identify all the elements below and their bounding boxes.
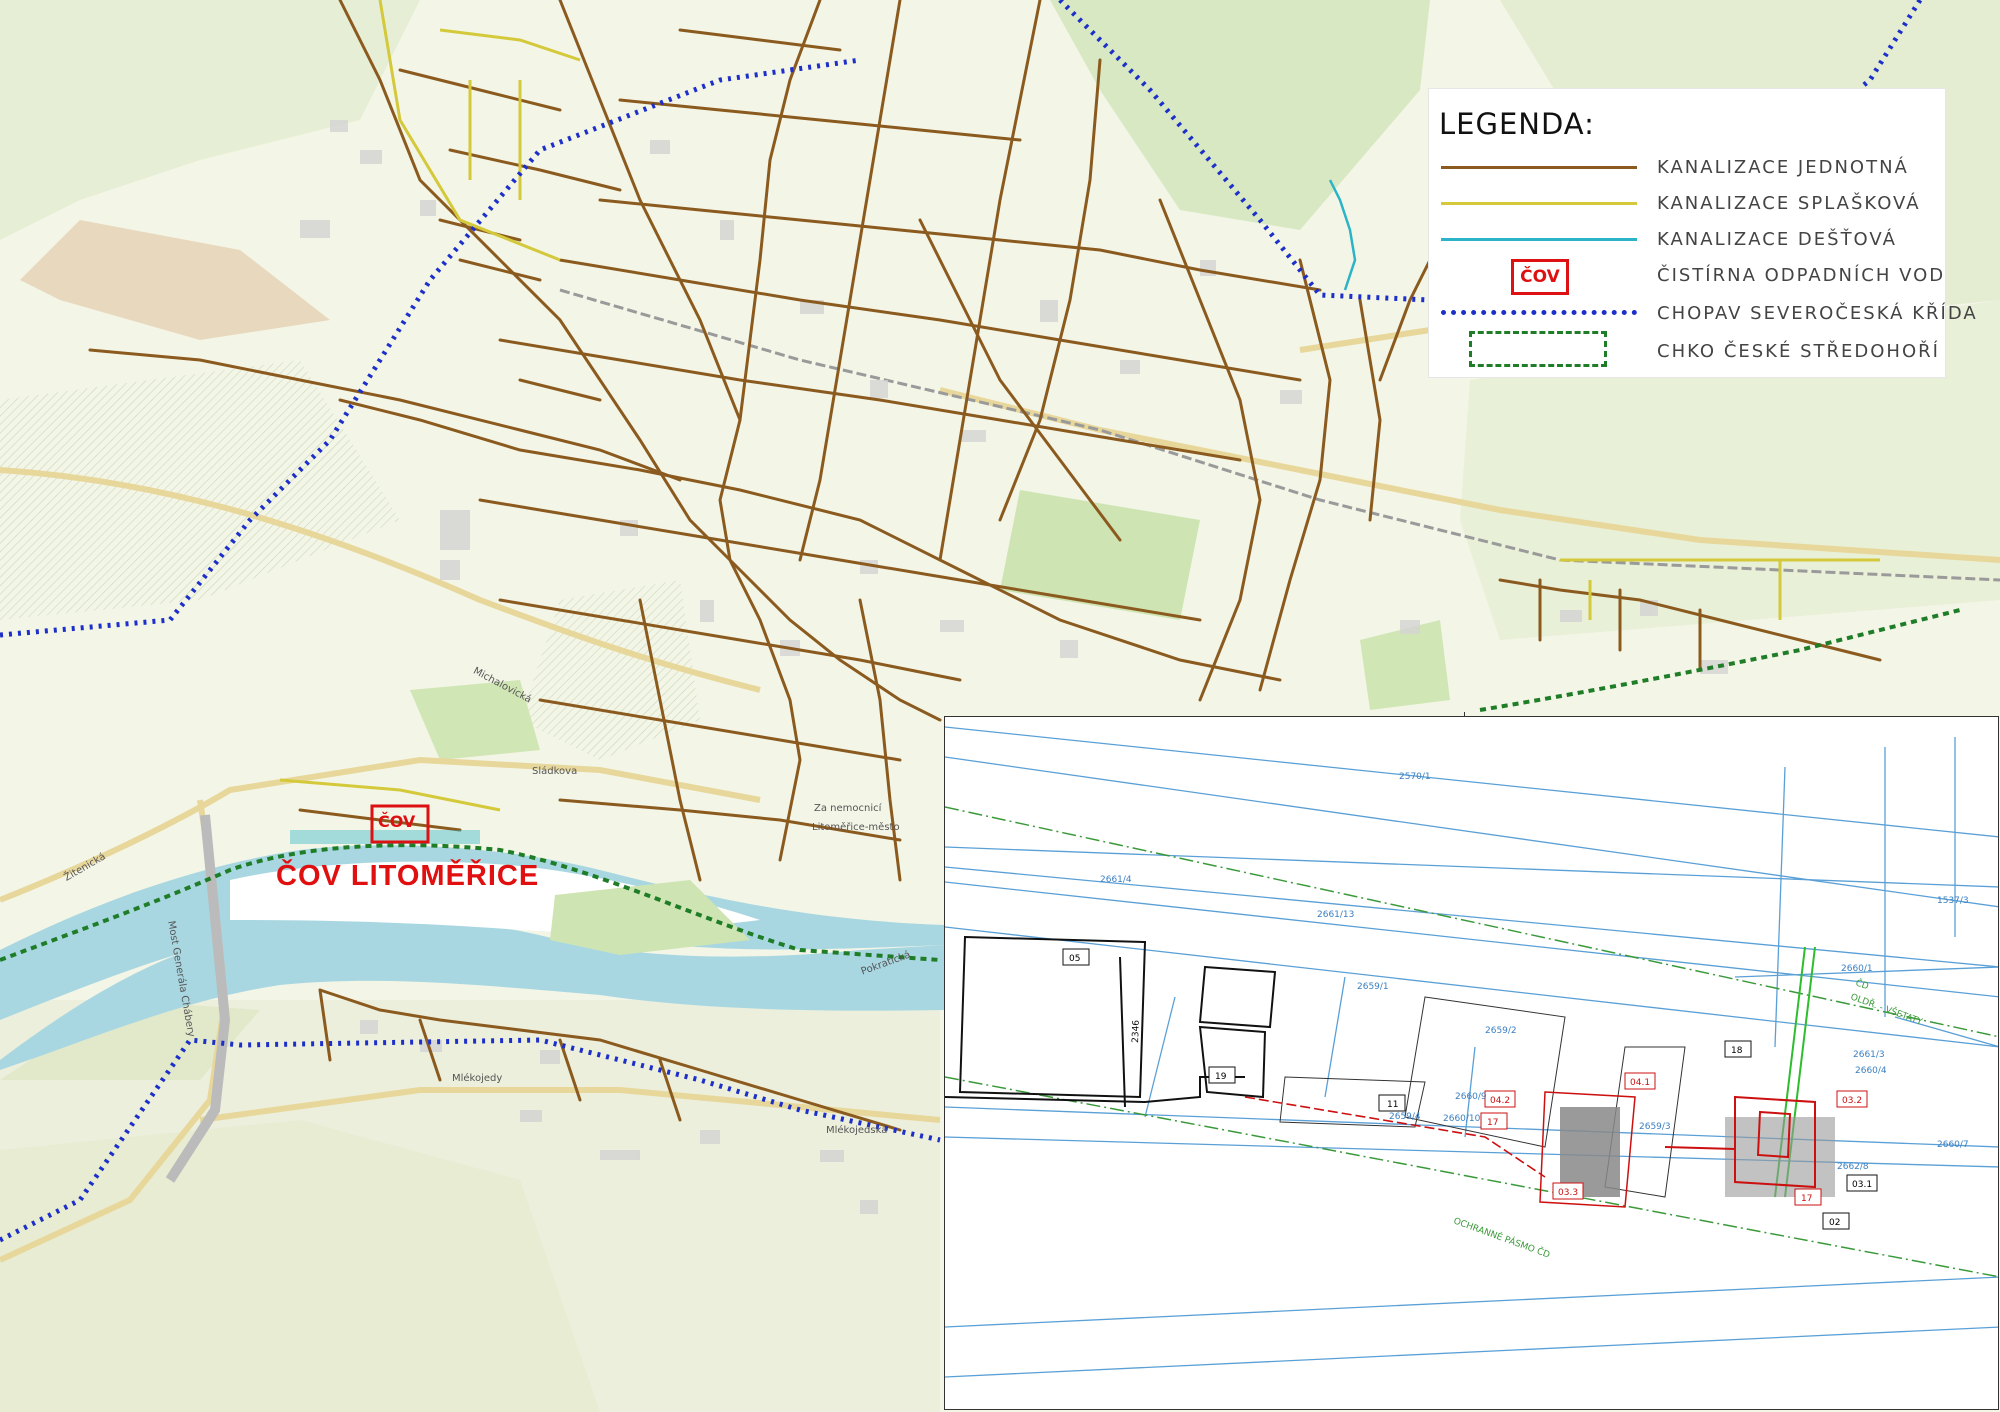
annotation: OLDŘ. - VŠETATY xyxy=(1849,991,1925,1028)
wwtp-symbol: ČOV xyxy=(1511,259,1569,295)
annotation: OCHRANNÉ PÁSMO ČD xyxy=(1452,1215,1552,1261)
parcel-label: 2659/2 xyxy=(1485,1026,1517,1036)
object-label: 04.1 xyxy=(1630,1078,1650,1088)
object-label: 19 xyxy=(1215,1072,1227,1082)
legend-label: CHOPAV SEVEROČESKÁ KŘÍDA xyxy=(1657,303,1978,324)
parcel-label: 2661/3 xyxy=(1853,1050,1885,1060)
street-label: Mlékojedy xyxy=(452,1073,503,1084)
parcel-label: 2662/8 xyxy=(1837,1162,1869,1172)
legend-label: ČISTÍRNA ODPADNÍCH VOD xyxy=(1657,265,1946,286)
cyan-line-symbol xyxy=(1441,238,1637,241)
parcel-label: 1537/3 xyxy=(1937,896,1969,906)
annotation: 2346 xyxy=(1131,1020,1142,1044)
cov-marker-label: ČOV xyxy=(378,812,416,831)
parcel-label: 2659/1 xyxy=(1357,982,1389,992)
legend-item-combined-sewer: KANALIZACE JEDNOTNÁ xyxy=(1429,151,1945,183)
legend-label: KANALIZACE SPLAŠKOVÁ xyxy=(1657,193,1921,214)
legend-title: LEGENDA: xyxy=(1439,107,1595,141)
street-label: Mlékojedská xyxy=(826,1125,888,1136)
legend-label: KANALIZACE DEŠŤOVÁ xyxy=(1657,229,1897,250)
parcel-label: 2660/10 xyxy=(1443,1114,1481,1124)
annotation: ČD xyxy=(1854,977,1871,993)
object-label: 04.2 xyxy=(1490,1096,1510,1106)
street-label: Za nemocnicí xyxy=(814,803,882,814)
site-plan-inset[interactable]: 2570/1 2661/4 2661/13 2659/1 2659/2 2659… xyxy=(944,716,1999,1410)
legend-item-chko: CHKO ČESKÉ STŘEDOHOŘÍ xyxy=(1429,331,1945,367)
site-plan-drawing: 2570/1 2661/4 2661/13 2659/1 2659/2 2659… xyxy=(945,726,1998,1378)
parcel-label: 2570/1 xyxy=(1399,772,1431,782)
legend: LEGENDA: KANALIZACE JEDNOTNÁ KANALIZACE … xyxy=(1428,88,1976,378)
cov-title: ČOV LITOMĚŘICE xyxy=(276,860,540,892)
object-label: 02 xyxy=(1829,1218,1840,1228)
parcel-label: 2661/13 xyxy=(1317,910,1354,920)
object-label: 17 xyxy=(1487,1118,1498,1128)
parcel-labels: 2570/1 2661/4 2661/13 2659/1 2659/2 2659… xyxy=(1100,772,1969,1172)
legend-item-wwtp: ČOV ČISTÍRNA ODPADNÍCH VOD xyxy=(1429,259,1946,295)
object-label: 11 xyxy=(1387,1100,1398,1110)
parcel-label: 2659/4 xyxy=(1389,1112,1421,1122)
parcel-lines xyxy=(945,726,1998,1378)
legend-item-sanitary-sewer: KANALIZACE SPLAŠKOVÁ xyxy=(1429,187,1945,219)
brown-line-symbol xyxy=(1441,166,1637,169)
object-label: 03.3 xyxy=(1558,1188,1578,1198)
parcel-label: 2659/3 xyxy=(1639,1122,1671,1132)
parcel-label: 2661/4 xyxy=(1100,875,1132,885)
object-label: 05 xyxy=(1069,954,1080,964)
parcel-label: 2660/7 xyxy=(1937,1140,1969,1150)
street-label: Litoměřice-město xyxy=(812,822,900,833)
legend-item-storm-sewer: KANALIZACE DEŠŤOVÁ xyxy=(1429,223,1945,255)
legend-label: CHKO ČESKÉ STŘEDOHOŘÍ xyxy=(1657,341,1940,362)
object-label: 03.2 xyxy=(1842,1096,1862,1106)
parcel-label: 2660/4 xyxy=(1855,1066,1887,1076)
legend-item-chopav: CHOPAV SEVEROČESKÁ KŘÍDA xyxy=(1429,297,1976,329)
parcel-label: 2660/9 xyxy=(1455,1092,1487,1102)
object-label: 03.1 xyxy=(1852,1180,1872,1190)
parcel-label: 2660/1 xyxy=(1841,964,1873,974)
green-dashed-box-symbol xyxy=(1469,331,1607,367)
blue-dotted-symbol xyxy=(1441,310,1637,315)
yellow-line-symbol xyxy=(1441,202,1637,205)
street-label: Sládkova xyxy=(532,766,578,777)
rail-protection-line xyxy=(945,806,1998,1038)
red-pipe xyxy=(1664,1146,1736,1150)
object-label: 17 xyxy=(1801,1194,1812,1204)
object-label: 18 xyxy=(1731,1046,1743,1056)
legend-label: KANALIZACE JEDNOTNÁ xyxy=(1657,157,1909,178)
